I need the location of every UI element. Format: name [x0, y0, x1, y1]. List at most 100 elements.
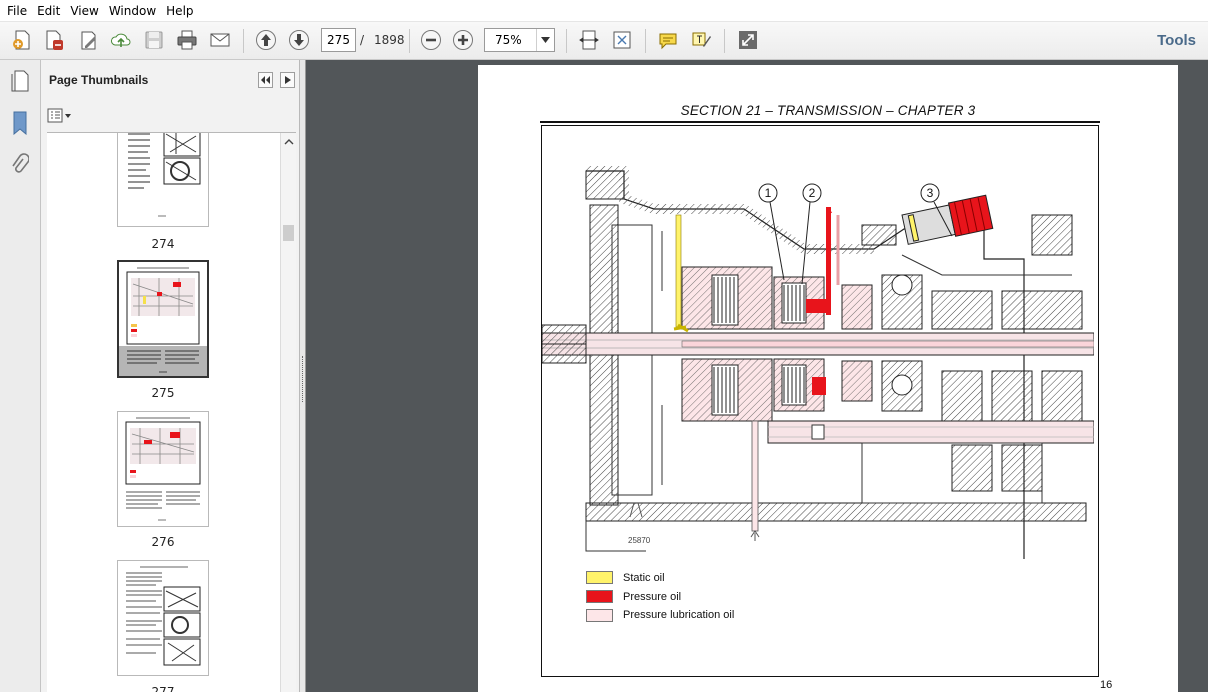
thumbnail-list[interactable]: 274 275 276 277: [47, 132, 296, 692]
zoom-value: 75%: [495, 33, 522, 47]
zoom-select[interactable]: 75%: [484, 28, 555, 52]
thumbnails-panel: Page Thumbnails 274 275 276 277: [41, 60, 300, 692]
thumbnail-page[interactable]: [117, 411, 209, 527]
page-number: 16: [1100, 679, 1113, 691]
toolbar-separator: [409, 29, 410, 53]
highlight-icon: [692, 32, 711, 47]
chevron-right-icon: [284, 76, 291, 84]
zoom-out-button[interactable]: [418, 27, 444, 53]
thumbnail-preview: [126, 566, 201, 666]
save-button[interactable]: [141, 27, 167, 53]
pdf-page: SECTION 21 – TRANSMISSION – CHAPTER 3 1 …: [478, 65, 1178, 692]
page-thumbnails-button[interactable]: [6, 66, 34, 96]
thumbnail-page[interactable]: [117, 560, 209, 676]
toolbar: / 1898 75% Too: [0, 22, 1208, 60]
thumbnail-label: 275: [151, 386, 175, 400]
fit-page-icon: [613, 31, 631, 49]
collapse-panel-button[interactable]: [258, 72, 273, 88]
print-button[interactable]: [174, 27, 200, 53]
fit-width-icon: [579, 30, 599, 50]
comment-icon: [659, 33, 677, 50]
fullscreen-button[interactable]: [735, 27, 761, 53]
fullscreen-icon: [739, 31, 757, 49]
menu-view[interactable]: View: [65, 0, 103, 22]
thumbnail-label: 277: [151, 685, 175, 692]
figure-number: 25870: [628, 536, 651, 545]
fit-width-button[interactable]: [576, 27, 602, 53]
thumbnail-preview: [125, 417, 201, 521]
callout-2: 2: [809, 186, 816, 200]
options-icon: [47, 108, 71, 123]
legend-swatch-pressure-oil: [586, 590, 613, 603]
legend-label: Static oil: [623, 572, 665, 584]
comment-button[interactable]: [655, 27, 681, 53]
page-total: 1898: [374, 33, 405, 47]
navigation-pane: [0, 60, 41, 692]
zoom-out-icon: [421, 30, 441, 50]
next-page-button[interactable]: [286, 27, 312, 53]
edit-icon: [81, 31, 96, 50]
acrobat-window: File Edit View Window Help 275 / 1898 75…: [0, 0, 1208, 692]
thumbnail-label: 274: [151, 237, 175, 251]
tools-link[interactable]: Tools: [1157, 32, 1196, 49]
create-pdf-button[interactable]: [9, 27, 35, 53]
convert-icon: [46, 30, 63, 50]
create-icon: [13, 30, 30, 50]
zoom-in-button[interactable]: [450, 27, 476, 53]
next-page-icon: [289, 30, 309, 50]
scrollbar-thumb[interactable]: [283, 225, 294, 241]
menu-file[interactable]: File: [2, 0, 32, 22]
print-icon: [177, 30, 197, 50]
thumbnail-page[interactable]: [117, 133, 209, 227]
header-rule: [540, 121, 1100, 123]
upload-button[interactable]: [108, 27, 134, 53]
document-view[interactable]: SECTION 21 – TRANSMISSION – CHAPTER 3 1 …: [306, 60, 1208, 692]
edit-button[interactable]: [76, 27, 102, 53]
expand-panel-button[interactable]: [280, 72, 295, 88]
toolbar-separator: [645, 29, 646, 53]
page-separator: /: [360, 33, 365, 47]
thumbnail-scrollbar[interactable]: [280, 133, 296, 692]
toolbar-separator: [243, 29, 244, 53]
thumbnail-options-button[interactable]: [47, 107, 73, 125]
menu-window[interactable]: Window: [104, 0, 161, 22]
email-button[interactable]: [207, 27, 233, 53]
legend-swatch-static-oil: [586, 571, 613, 584]
zoom-in-icon: [453, 30, 473, 50]
toolbar-separator: [566, 29, 567, 53]
legend-label: Pressure oil: [623, 591, 682, 603]
convert-button[interactable]: [41, 27, 67, 53]
thumbnail-preview: [119, 267, 207, 378]
transmission-drawing: 1 2 3 25870: [542, 166, 1094, 559]
legend-label: Pressure lubrication oil: [623, 609, 735, 621]
bookmarks-button[interactable]: [6, 108, 34, 138]
thumbnail-label: 276: [151, 535, 175, 549]
splitter-grip[interactable]: [302, 356, 304, 402]
double-chevron-left-icon: [260, 76, 270, 84]
previous-page-button[interactable]: [253, 27, 279, 53]
callout-3: 3: [927, 186, 934, 200]
scroll-up-icon[interactable]: [281, 135, 296, 149]
highlight-button[interactable]: [688, 27, 714, 53]
thumbnail-preview: [128, 133, 201, 217]
toolbar-separator: [724, 29, 725, 53]
previous-page-icon: [256, 30, 276, 50]
section-header: SECTION 21 – TRANSMISSION – CHAPTER 3: [680, 103, 976, 118]
paperclip-icon: [12, 153, 29, 173]
fit-page-button[interactable]: [609, 27, 635, 53]
page-number-input[interactable]: [321, 28, 356, 52]
panel-title: Page Thumbnails: [49, 73, 149, 87]
thumbnail-page-selected[interactable]: [117, 260, 209, 378]
legend-swatch-lubrication-oil: [586, 609, 613, 622]
callout-1: 1: [765, 186, 772, 200]
pages-icon: [11, 70, 29, 92]
email-icon: [210, 33, 230, 47]
attachments-button[interactable]: [6, 150, 34, 180]
chevron-down-icon[interactable]: [536, 29, 554, 51]
menu-help[interactable]: Help: [161, 0, 198, 22]
save-icon: [145, 31, 163, 49]
menu-edit[interactable]: Edit: [32, 0, 65, 22]
bookmark-icon: [13, 111, 27, 135]
upload-icon: [111, 33, 131, 47]
menu-bar: File Edit View Window Help: [0, 0, 1208, 22]
